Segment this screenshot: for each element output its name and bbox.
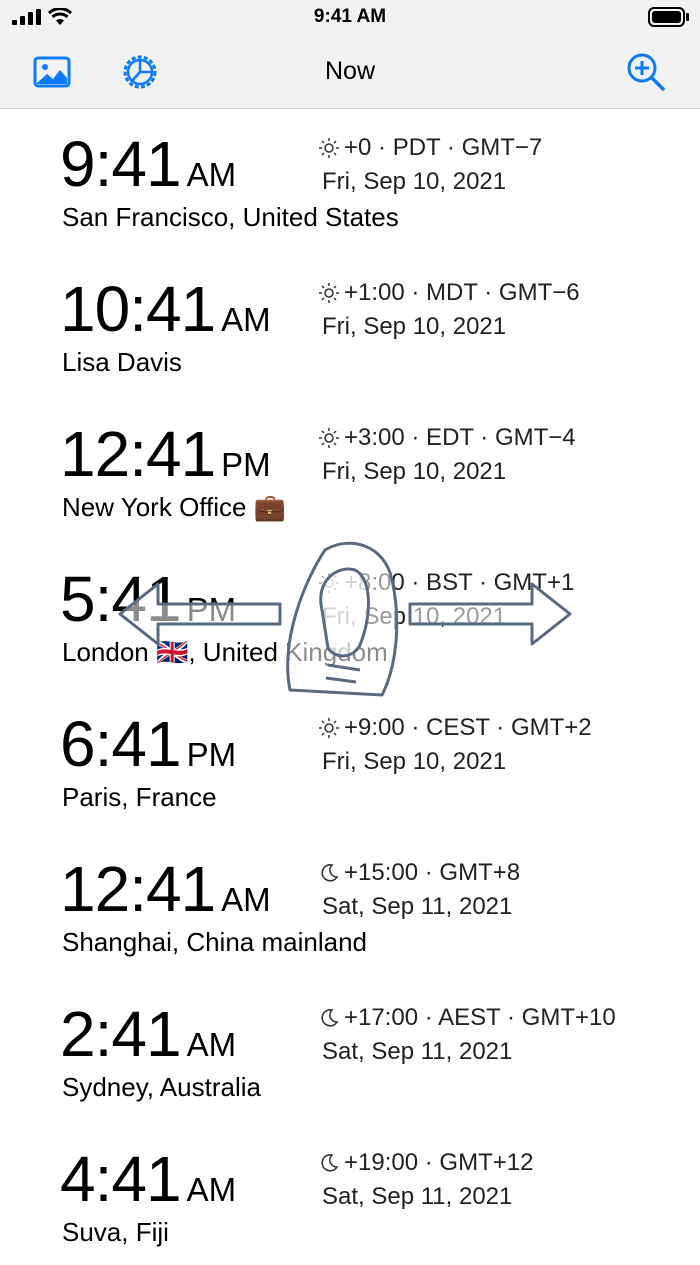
page-title: Now — [324, 57, 375, 85]
clock-entry[interactable]: 6:41 PM +9:00 · CEST · GMT+2 Fri, Sep 10,… — [0, 690, 700, 830]
entry-date: Fri, Sep 10, 2021 — [322, 313, 507, 340]
entry-location: Paris, France — [62, 782, 217, 812]
zoom-in-icon — [627, 53, 665, 91]
entry-offset-line: +1:00 · MDT · GMT−6 — [318, 279, 580, 307]
entry-time: 10:41 AM — [60, 277, 271, 341]
status-time: 9:41 AM — [313, 6, 387, 27]
entry-date: Sat, Sep 11, 2021 — [322, 1038, 513, 1065]
moon-icon — [321, 864, 339, 882]
entry-offset-line: +19:00 · GMT+12 — [318, 1149, 533, 1177]
entry-location: Sydney, Australia — [62, 1072, 261, 1102]
entry-date: Fri, Sep 10, 2021 — [322, 603, 507, 630]
entry-time-value: 10:41 — [60, 273, 216, 345]
entry-time-value: 9:41 — [60, 128, 182, 200]
entry-date: Sat, Sep 11, 2021 — [322, 893, 513, 920]
entry-offset-line: +15:00 · GMT+8 — [318, 859, 520, 887]
entry-offset: +17:00 · AEST · GMT+10 — [344, 1004, 616, 1031]
entry-offset-line: +8:00 · BST · GMT+1 — [318, 569, 574, 597]
entry-offset-line: +3:00 · EDT · GMT−4 — [318, 424, 576, 452]
entry-time-value: 12:41 — [60, 418, 216, 490]
status-bar: 9:41 AM — [0, 0, 700, 36]
entry-offset: +3:00 · EDT · GMT−4 — [344, 424, 576, 451]
zoom-in-button[interactable] — [626, 52, 666, 92]
navigation-bar: Now — [0, 36, 700, 109]
entry-location: San Francisco, United States — [62, 202, 399, 232]
entry-time-value: 5:41 — [60, 563, 182, 635]
entry-ampm: AM — [221, 881, 271, 918]
entry-offset-line: +0 · PDT · GMT−7 — [318, 134, 542, 162]
clock-entry[interactable]: 9:41 AM +0 · PDT · GMT−7 Fri, Sep 10, 202… — [0, 110, 700, 250]
entry-offset: +8:00 · BST · GMT+1 — [344, 569, 575, 596]
entry-date: Fri, Sep 10, 2021 — [322, 748, 507, 775]
entry-date: Sat, Sep 11, 2021 — [322, 1183, 513, 1210]
entry-time: 2:41 AM — [60, 1002, 236, 1066]
moon-icon — [321, 1009, 339, 1027]
clock-entry[interactable]: 2:41 AM +17:00 · AEST · GMT+10 Sat, Sep 1… — [0, 980, 700, 1120]
entry-time-value: 12:41 — [60, 853, 216, 925]
entry-time: 12:41 PM — [60, 422, 271, 486]
entry-ampm: AM — [186, 1026, 237, 1063]
entry-ampm: AM — [221, 301, 271, 338]
entry-time: 12:41 AM — [60, 857, 271, 921]
entry-date: Fri, Sep 10, 2021 — [322, 458, 507, 485]
clock-entry[interactable]: 4:41 AM +19:00 · GMT+12 Sat, Sep 11, 2021… — [0, 1125, 700, 1265]
entry-ampm: AM — [186, 1171, 237, 1208]
entry-time-value: 6:41 — [60, 708, 182, 780]
entry-time: 5:41 PM — [60, 567, 236, 631]
clock-entry[interactable]: 12:41 AM +15:00 · GMT+8 Sat, Sep 11, 2021… — [0, 835, 700, 975]
clock-entry[interactable]: 5:41 PM +8:00 · BST · GMT+1 Fri, Sep 10, … — [0, 545, 700, 685]
entry-location: Shanghai, China mainland — [62, 927, 367, 957]
sun-icon — [319, 428, 339, 448]
clock-entry[interactable]: 12:41 PM +3:00 · EDT · GMT−4 Fri, Sep 10,… — [0, 400, 700, 540]
entry-location: Suva, Fiji — [62, 1217, 169, 1247]
entry-location: London 🇬🇧, United Kingdom — [62, 637, 388, 667]
sun-icon — [319, 573, 339, 593]
entry-offset: +0 · PDT · GMT−7 — [344, 134, 543, 161]
entry-time-value: 2:41 — [60, 998, 182, 1070]
entry-offset: +1:00 · MDT · GMT−6 — [344, 279, 580, 306]
entry-location: New York Office 💼 — [62, 492, 287, 522]
entry-time: 6:41 PM — [60, 712, 236, 776]
status-right — [648, 7, 690, 32]
entry-ampm: PM — [186, 736, 237, 773]
entry-offset: +15:00 · GMT+8 — [344, 859, 521, 886]
entry-offset-line: +9:00 · CEST · GMT+2 — [318, 714, 592, 742]
clock-entry[interactable]: 10:41 AM +1:00 · MDT · GMT−6 Fri, Sep 10,… — [0, 255, 700, 395]
sun-icon — [319, 283, 339, 303]
entry-location: Lisa Davis — [62, 347, 182, 377]
entry-offset: +19:00 · GMT+12 — [344, 1149, 534, 1176]
entry-time: 4:41 AM — [60, 1147, 236, 1211]
sun-icon — [319, 718, 339, 738]
entry-ampm: AM — [186, 156, 237, 193]
entry-offset-line: +17:00 · AEST · GMT+10 — [318, 1004, 616, 1032]
entry-ampm: PM — [221, 446, 271, 483]
moon-icon — [321, 1154, 339, 1172]
entry-time-value: 4:41 — [60, 1143, 182, 1215]
entry-date: Fri, Sep 10, 2021 — [322, 168, 507, 195]
sun-icon — [319, 138, 339, 158]
entry-offset: +9:00 · CEST · GMT+2 — [344, 714, 592, 741]
battery-icon — [648, 7, 689, 27]
entry-time: 9:41 AM — [60, 132, 236, 196]
entry-ampm: PM — [186, 591, 237, 628]
